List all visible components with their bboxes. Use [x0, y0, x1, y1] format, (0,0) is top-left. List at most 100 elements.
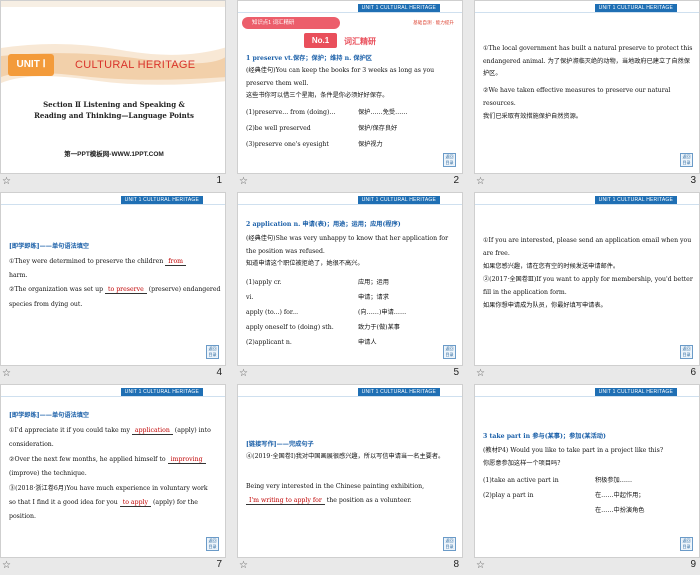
header-rule — [238, 204, 462, 205]
unit-tab: UNIT 1 CULTURAL HERITAGE — [357, 196, 440, 204]
writing-sentence: Being very interested in the Chinese pai… — [246, 483, 425, 490]
unit-tab: UNIT 1 CULTURAL HERITAGE — [594, 4, 677, 12]
example-block: (经典佳句)She was very unhappy to know that … — [246, 233, 458, 271]
thumbnail-footer: ☆ 6 — [474, 366, 700, 383]
thumbnail-footer: ☆ 3 — [474, 174, 700, 191]
item-heading: 1 preserve vt.保存；保护；维持 n. 保护区 — [246, 55, 372, 62]
slide-thumbnail-1[interactable]: UNIT Ⅰ CULTURAL HERITAGE Section Ⅱ Liste… — [0, 0, 233, 191]
exercise-2-cont: (improve) the technique. — [9, 470, 87, 477]
transition-star-icon[interactable]: ☆ — [2, 560, 11, 571]
transition-star-icon[interactable]: ☆ — [476, 368, 485, 379]
exercise-text: ②The organization was set up — [9, 286, 104, 293]
phrase-en: apply (to...) for... — [246, 309, 299, 316]
exercise-text: ①I'd appreciate it if you could take my — [9, 427, 130, 434]
exercise-2: ②Over the next few months, he applied hi… — [9, 456, 206, 464]
unit-tab: UNIT 1 CULTURAL HERITAGE — [594, 196, 677, 204]
item-heading: 3 take part in 参与(某事)；参加(某活动) — [483, 433, 606, 440]
phrase-en: vi. — [246, 294, 254, 301]
answer-blank[interactable]: I'm writing to apply for — [246, 497, 325, 505]
exercise-1-cont: consideration. — [9, 441, 54, 448]
exercise-3: ③(2018·浙江卷6月)You have much experience in… — [9, 485, 208, 492]
answer-blank[interactable]: improving — [167, 456, 206, 464]
example-line-1: (经典佳句)You can keep the books for 3 weeks… — [246, 67, 435, 74]
phrase-en: apply oneself to (doing) sth. — [246, 324, 334, 331]
writing-heading: [链接写作]——完成句子 — [246, 441, 314, 448]
return-button[interactable]: 返回 目录 — [206, 537, 219, 551]
thumbnail-footer: ☆ 1 — [0, 174, 226, 191]
section-header: 知识点1 词汇精研 基础自测 · 能力提升 — [238, 17, 462, 29]
header-rule — [475, 396, 699, 397]
transition-star-icon[interactable]: ☆ — [2, 176, 11, 187]
answer-blank[interactable]: to apply — [119, 499, 151, 507]
exercise-3-end: position. — [9, 513, 36, 520]
slide-number: 7 — [216, 559, 222, 570]
thumbnail-footer: ☆ 8 — [237, 558, 463, 575]
example-translation: 这些书你可以借三个星期，条件是你必须好好保存。 — [246, 92, 389, 100]
writing-sentence-cont: I'm writing to apply for the position as… — [246, 497, 412, 505]
unit-tab: UNIT 1 CULTURAL HERITAGE — [120, 196, 203, 204]
return-button[interactable]: 返回 目录 — [443, 537, 456, 551]
slide-thumbnail-3[interactable]: UNIT 1 CULTURAL HERITAGE ①The local gove… — [474, 0, 700, 191]
return-button[interactable]: 返回 目录 — [680, 537, 693, 551]
return-button[interactable]: 返回 目录 — [206, 345, 219, 359]
transition-star-icon[interactable]: ☆ — [239, 368, 248, 379]
phrase-cn: 保护……免受…… — [358, 109, 408, 116]
example-line-2: preserve them well. — [246, 79, 309, 87]
phrase-cn: 申请；请求 — [358, 294, 389, 301]
phrase-cn: 保护/保存良好 — [358, 125, 398, 132]
phrase-cn: 应用；运用 — [358, 279, 389, 286]
slide-thumbnail-5[interactable]: UNIT 1 CULTURAL HERITAGE 2 application n… — [237, 192, 470, 383]
return-button[interactable]: 返回 目录 — [680, 153, 693, 167]
thumbnail-footer: ☆ 7 — [0, 558, 226, 575]
transition-star-icon[interactable]: ☆ — [239, 176, 248, 187]
header-rule — [475, 12, 699, 13]
slide-canvas: UNIT 1 CULTURAL HERITAGE [即学即练]——单句语法填空 … — [0, 384, 226, 558]
exercise-heading: [即学即练]——单句语法填空 — [9, 412, 90, 419]
return-button[interactable]: 返回 目录 — [443, 345, 456, 359]
example-paragraph-2: ②(2017·全国卷Ⅲ)If you want to apply for mem… — [483, 276, 693, 296]
exercise-2-cont: species from dying out. — [9, 301, 83, 308]
section-pill: 知识点1 词汇精研 — [242, 17, 340, 29]
phrase-cn: 申请人 — [358, 339, 377, 346]
transition-star-icon[interactable]: ☆ — [476, 560, 485, 571]
transition-star-icon[interactable]: ☆ — [239, 560, 248, 571]
slide-canvas: UNIT 1 CULTURAL HERITAGE ①If you are int… — [474, 192, 700, 366]
phrase-cn: 致力于(做)某事 — [358, 324, 400, 331]
phrase-en: (1)preserve... from (doing)... — [246, 109, 336, 116]
site-watermark-text: 第一PPT模板网-WWW.1PPT.COM — [64, 151, 164, 158]
section-line-1: Section Ⅱ Listening and Speaking & — [43, 100, 185, 109]
slide-thumbnail-9[interactable]: UNIT 1 CULTURAL HERITAGE 3 take part in … — [474, 384, 700, 575]
phrase-en: (3)preserve one's eyesight — [246, 141, 329, 148]
slide-thumbnail-7[interactable]: UNIT 1 CULTURAL HERITAGE [即学即练]——单句语法填空 … — [0, 384, 233, 575]
number-badge: No.1 — [304, 33, 337, 48]
slide-thumbnail-8[interactable]: UNIT 1 CULTURAL HERITAGE [链接写作]——完成句子 ④(… — [237, 384, 470, 575]
unit-badge: UNIT Ⅰ — [8, 54, 54, 76]
example-paragraph-1: ①The local government has built a natura… — [483, 45, 693, 78]
return-button[interactable]: 返回 目录 — [680, 345, 693, 359]
thumbnail-footer: ☆ 5 — [237, 366, 463, 383]
exercise-heading: [即学即练]——单句语法填空 — [9, 243, 90, 250]
writing-prompt: ④(2019·全国卷Ⅰ)我对中国画展很感兴趣，所以写信申请当一名主要者。 — [246, 453, 445, 460]
transition-star-icon[interactable]: ☆ — [2, 368, 11, 379]
phrase-en: (2)play a part in — [483, 492, 534, 499]
slide-canvas: UNIT 1 CULTURAL HERITAGE ①The local gove… — [474, 0, 700, 174]
slide-thumbnail-4[interactable]: UNIT 1 CULTURAL HERITAGE [即学即练]——单句语法填空 … — [0, 192, 233, 383]
header-rule — [238, 12, 462, 13]
exercise-text: so that I find it a good idea for you — [9, 499, 118, 506]
answer-blank[interactable]: to preserve — [105, 286, 147, 294]
header-rule — [475, 204, 699, 205]
answer-blank[interactable]: from — [165, 258, 187, 266]
return-button[interactable]: 返回 目录 — [443, 153, 456, 167]
exercise-1: ①They were determined to preserve the ch… — [9, 258, 187, 266]
exercise-2: ②The organization was set up to preserve… — [9, 286, 221, 294]
phrase-cn: 保护视力 — [358, 141, 383, 148]
example-block: (教材P4) Would you like to take part in a … — [483, 445, 695, 470]
phrase-cn: 在……中扮演角色 — [595, 507, 645, 514]
phrase-en: (1)apply cr. — [246, 279, 282, 286]
thumbnail-footer: ☆ 9 — [474, 558, 700, 575]
example-translation-2: 如果你想申请成为队员，你最好填写申请表。 — [483, 302, 607, 309]
slide-thumbnail-6[interactable]: UNIT 1 CULTURAL HERITAGE ①If you are int… — [474, 192, 700, 383]
slide-thumbnail-2[interactable]: UNIT 1 CULTURAL HERITAGE 知识点1 词汇精研 基础自测 … — [237, 0, 470, 191]
transition-star-icon[interactable]: ☆ — [476, 176, 485, 187]
answer-blank[interactable]: application — [131, 427, 173, 435]
